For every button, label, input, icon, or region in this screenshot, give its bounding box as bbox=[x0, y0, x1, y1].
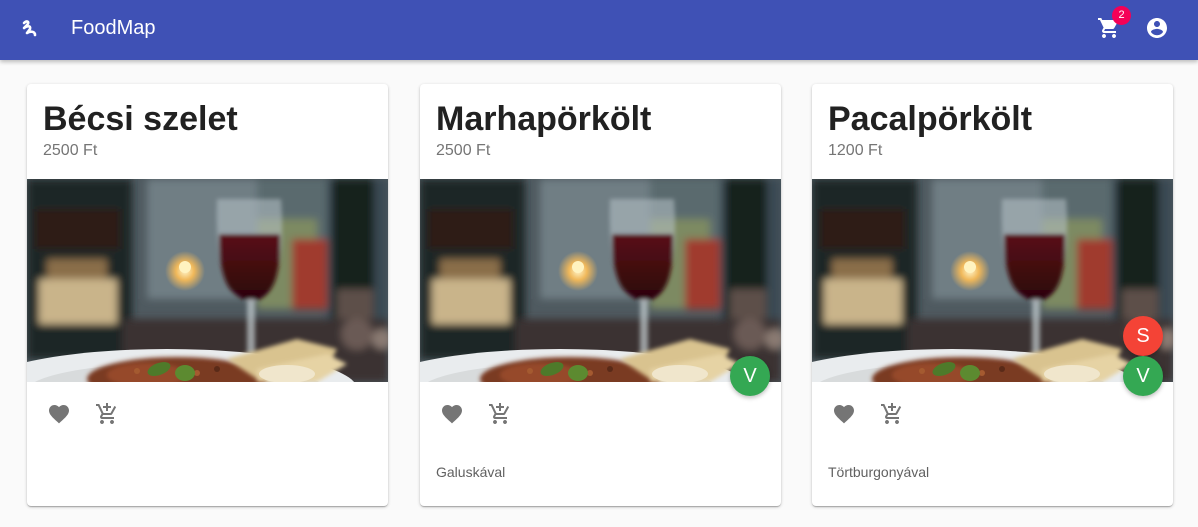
heart-icon bbox=[834, 405, 854, 424]
food-price: 1200 Ft bbox=[828, 142, 883, 159]
add-shopping-cart-icon bbox=[881, 403, 902, 424]
squiggle-logo-icon[interactable] bbox=[16, 14, 46, 44]
heart-icon bbox=[442, 405, 462, 424]
account-button[interactable] bbox=[1139, 10, 1175, 46]
food-card: Bécsi szelet 2500 Ft bbox=[27, 84, 388, 506]
cart-count-badge: 2 bbox=[1112, 6, 1131, 25]
food-price: 2500 Ft bbox=[43, 142, 98, 159]
add-shopping-cart-icon bbox=[96, 403, 117, 424]
heart-icon bbox=[49, 405, 69, 424]
favorite-button[interactable] bbox=[428, 390, 476, 438]
food-description: Galuskával bbox=[436, 464, 506, 480]
food-name: Bécsi szelet bbox=[43, 100, 238, 138]
app-title: FoodMap bbox=[71, 17, 156, 39]
add-shopping-cart-icon bbox=[489, 403, 510, 424]
favorite-button[interactable] bbox=[820, 390, 868, 438]
add-to-cart-button[interactable] bbox=[476, 390, 524, 438]
food-image bbox=[27, 179, 388, 382]
add-to-cart-button[interactable] bbox=[868, 390, 916, 438]
food-name: Marhapörkölt bbox=[436, 100, 652, 138]
food-price: 2500 Ft bbox=[436, 142, 491, 159]
favorite-button[interactable] bbox=[35, 390, 83, 438]
tag-badge-spicy: S bbox=[1123, 316, 1163, 356]
add-to-cart-button[interactable] bbox=[83, 390, 131, 438]
food-card: Pacalpörkölt 1200 Ft S V Törtburgonyával bbox=[812, 84, 1173, 506]
app-bar: FoodMap 2 bbox=[0, 0, 1198, 60]
account-circle-icon bbox=[1147, 18, 1167, 38]
food-description: Törtburgonyával bbox=[828, 464, 930, 480]
food-name: Pacalpörkölt bbox=[828, 100, 1033, 138]
food-card: Marhapörkölt 2500 Ft V Galuskával bbox=[420, 84, 781, 506]
food-image bbox=[420, 179, 781, 382]
tag-badge-vegetarian: V bbox=[730, 356, 770, 396]
food-image bbox=[812, 179, 1173, 382]
tag-badge-vegetarian: V bbox=[1123, 356, 1163, 396]
